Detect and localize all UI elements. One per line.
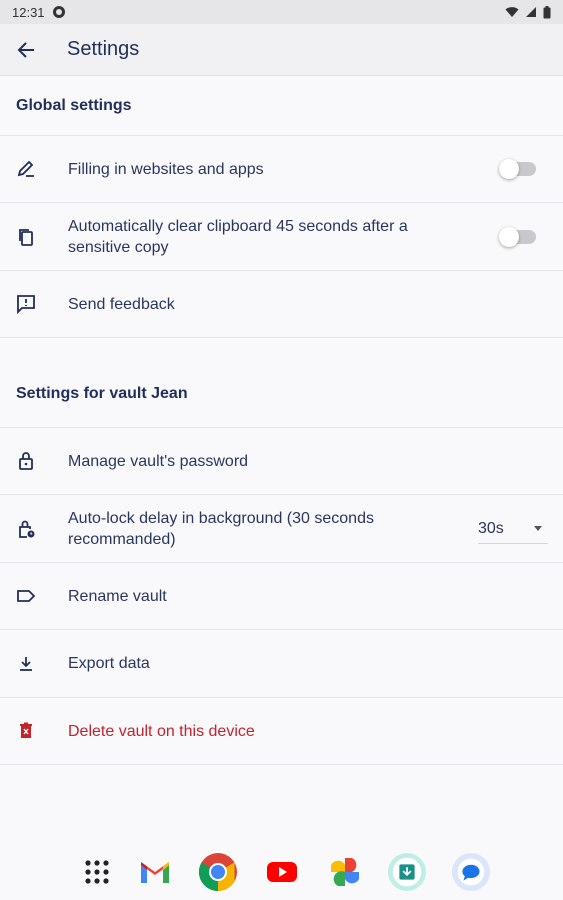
setting-label: Send feedback — [68, 295, 175, 313]
arrow-back-icon — [17, 41, 34, 58]
status-bar: 12:31 — [0, 0, 563, 24]
setting-clear-clipboard[interactable]: Automatically clear clipboard 45 seconds… — [0, 202, 563, 270]
signal-icon — [526, 7, 536, 17]
back-button[interactable] — [0, 24, 52, 76]
toggle-knob — [499, 226, 519, 247]
setting-delete-vault[interactable]: Delete vault on this device — [0, 697, 563, 764]
app-bar: Settings — [0, 24, 563, 76]
download-icon — [14, 652, 38, 676]
auto-lock-dropdown[interactable]: 30s — [478, 514, 548, 544]
setting-label: Delete vault on this device — [68, 722, 255, 740]
setting-label: Manage vault's password — [68, 452, 249, 470]
lock-icon — [14, 449, 38, 473]
setting-label: Auto-lock delay in background (30 second… — [68, 509, 374, 548]
chrome-icon[interactable] — [198, 852, 238, 892]
messages-icon[interactable] — [451, 852, 491, 892]
youtube-icon[interactable] — [262, 852, 302, 892]
feedback-icon — [14, 292, 38, 316]
setting-rename-vault[interactable]: Rename vault — [0, 562, 563, 629]
gmail-icon[interactable] — [135, 852, 175, 892]
setting-label: Export data — [68, 655, 150, 672]
app-dock — [0, 840, 563, 900]
trash-icon — [14, 719, 38, 743]
setting-send-feedback[interactable]: Send feedback — [0, 270, 563, 337]
setting-autofill[interactable]: Filling in websites and apps — [0, 135, 563, 202]
section-header-vault: Settings for vault Jean — [0, 337, 563, 427]
setting-label: Automatically clear clipboard 45 seconds… — [68, 217, 408, 256]
autofill-toggle[interactable] — [499, 159, 536, 179]
photos-icon[interactable] — [325, 852, 365, 892]
clear-clipboard-toggle[interactable] — [499, 226, 536, 247]
caret-down-icon — [534, 526, 542, 531]
label-icon — [14, 584, 38, 608]
app-drawer-icon[interactable] — [77, 852, 117, 892]
divider — [0, 764, 563, 765]
battery-icon — [543, 5, 551, 18]
status-time: 12:31 — [12, 4, 45, 20]
page-title: Settings — [67, 38, 140, 60]
setting-label: Rename vault — [68, 587, 167, 605]
autofill-pen-icon — [14, 157, 38, 181]
vault-app-icon[interactable] — [387, 852, 427, 892]
dropdown-value: 30s — [478, 519, 504, 537]
lock-clock-icon — [14, 517, 38, 541]
setting-export-data[interactable]: Export data — [0, 629, 563, 697]
setting-manage-password[interactable]: Manage vault's password — [0, 427, 563, 494]
setting-label: Filling in websites and apps — [68, 160, 264, 178]
section-header-global: Global settings — [16, 96, 132, 114]
wifi-icon — [505, 7, 519, 17]
setting-auto-lock-delay[interactable]: Auto-lock delay in background (30 second… — [0, 494, 563, 562]
clipboard-copy-icon — [14, 225, 38, 249]
toggle-knob — [499, 159, 519, 179]
notification-icon — [52, 6, 65, 18]
